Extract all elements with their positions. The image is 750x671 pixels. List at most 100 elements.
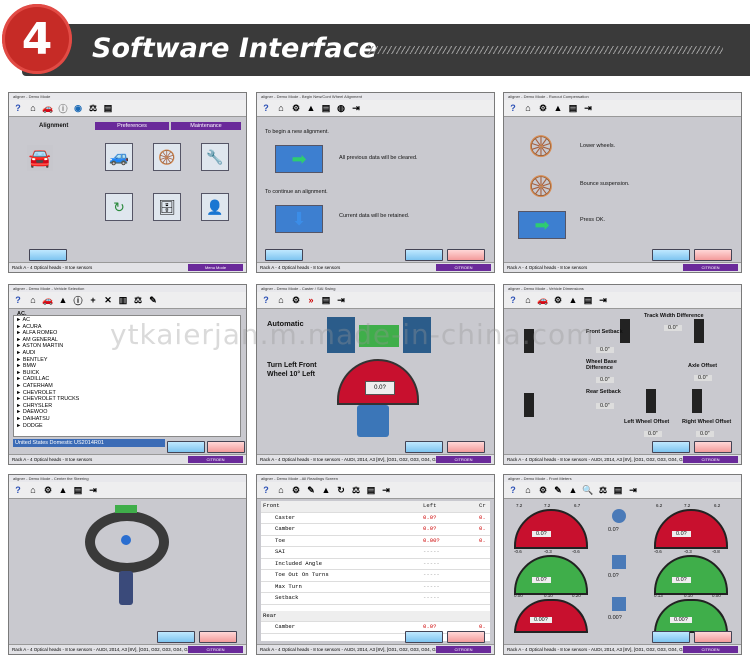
print-icon[interactable]: ▤ [320, 294, 332, 306]
back-button[interactable] [447, 631, 485, 643]
delete-icon[interactable]: ✕ [102, 294, 114, 306]
print-icon[interactable]: ▤ [567, 102, 579, 114]
export-icon[interactable]: ⇥ [597, 294, 609, 306]
home-icon[interactable]: ⌂ [275, 102, 287, 114]
database-icon[interactable]: ▥ [117, 294, 129, 306]
lift-icon[interactable]: ▲ [57, 484, 69, 496]
home-icon[interactable]: ⌂ [27, 294, 39, 306]
home-icon[interactable]: ⌂ [27, 484, 39, 496]
lift-icon[interactable]: ▲ [320, 484, 332, 496]
print-icon[interactable]: ▤ [365, 484, 377, 496]
help-icon[interactable]: ? [12, 484, 24, 496]
lift-icon[interactable]: ▲ [552, 102, 564, 114]
tab-maintenance[interactable]: Maintenance [171, 122, 241, 130]
settings-icon[interactable]: ⚙ [42, 484, 54, 496]
scale-icon[interactable]: ⚖ [350, 484, 362, 496]
help-icon[interactable]: ? [260, 484, 272, 496]
list-item[interactable]: ► DODGE [16, 423, 238, 430]
scale-icon[interactable]: ⚖ [597, 484, 609, 496]
scale-icon[interactable]: ⚖ [132, 294, 144, 306]
tools-icon[interactable]: ✎ [552, 484, 564, 496]
alignment-car-icon[interactable]: 🚘 [27, 145, 53, 171]
back-button[interactable] [199, 631, 237, 643]
preferences-car-icon[interactable]: 🚙 [105, 143, 133, 171]
export-icon[interactable]: ⇥ [87, 484, 99, 496]
print-icon[interactable]: ▤ [612, 484, 624, 496]
restore-icon[interactable]: ↻ [105, 193, 133, 221]
tools-icon[interactable]: ✎ [147, 294, 159, 306]
help-icon[interactable]: ? [260, 102, 272, 114]
database-icon[interactable]: 🗄 [153, 193, 181, 221]
settings-icon[interactable]: ⚙ [552, 294, 564, 306]
lift-icon[interactable]: ▲ [305, 102, 317, 114]
scale-icon[interactable]: ⚖ [87, 102, 99, 114]
help-icon[interactable]: ? [507, 102, 519, 114]
info-icon[interactable]: ⓘ [72, 294, 84, 306]
down-button[interactable] [265, 249, 303, 261]
export-icon[interactable]: ⇥ [335, 294, 347, 306]
continue-button[interactable]: ⬇ [275, 205, 323, 233]
home-icon[interactable]: ⌂ [275, 294, 287, 306]
lift-icon[interactable]: ▲ [57, 294, 69, 306]
list-item[interactable]: ► BENTLEY [16, 357, 238, 364]
back-button[interactable] [207, 441, 245, 453]
back-button[interactable] [29, 249, 67, 261]
list-item[interactable]: ► CHEVROLET TRUCKS [16, 396, 238, 403]
calibration-icon[interactable]: 🔧 [201, 143, 229, 171]
home-icon[interactable]: ⌂ [275, 484, 287, 496]
settings-icon[interactable]: ⚙ [290, 102, 302, 114]
next-button[interactable] [652, 441, 690, 453]
settings-icon[interactable]: ⚙ [290, 484, 302, 496]
tab-alignment[interactable]: Alignment [39, 123, 68, 129]
operator-icon[interactable]: 👤 [201, 193, 229, 221]
export-icon[interactable]: ⇥ [582, 102, 594, 114]
back-button[interactable] [447, 249, 485, 261]
list-item[interactable]: ► CADILLAC [16, 376, 238, 383]
lift-icon[interactable]: ▲ [567, 294, 579, 306]
next-button[interactable] [157, 631, 195, 643]
home-icon[interactable]: ⌂ [522, 102, 534, 114]
add-icon[interactable]: + [87, 294, 99, 306]
list-item[interactable]: ► BMW [16, 363, 238, 370]
begin-button[interactable]: ➡ [275, 145, 323, 173]
next-button[interactable] [405, 441, 443, 453]
back-button[interactable] [447, 441, 485, 453]
list-item[interactable]: ► CATERHAM [16, 383, 238, 390]
help-icon[interactable]: ? [507, 294, 519, 306]
help-icon[interactable]: ? [12, 294, 24, 306]
settings-icon[interactable]: ⚙ [537, 102, 549, 114]
zoom-icon[interactable]: 🔍 [582, 484, 594, 496]
back-button[interactable] [694, 441, 732, 453]
database-selector[interactable]: United States Domestic US2014R01 [13, 439, 165, 447]
print-icon[interactable]: ▤ [582, 294, 594, 306]
home-icon[interactable]: ⌂ [522, 484, 534, 496]
refresh-icon[interactable]: ↻ [335, 484, 347, 496]
back-button[interactable] [694, 631, 732, 643]
next-button[interactable] [405, 249, 443, 261]
settings-icon[interactable]: ⚙ [537, 484, 549, 496]
print-icon[interactable]: ▤ [102, 102, 114, 114]
skip-icon[interactable]: » [305, 294, 317, 306]
list-item[interactable]: ► CHEVROLET [16, 390, 238, 397]
next-button[interactable] [652, 631, 690, 643]
tools-icon[interactable]: ✎ [305, 484, 317, 496]
next-button[interactable] [405, 631, 443, 643]
next-button[interactable] [167, 441, 205, 453]
wheel-icon[interactable]: ◍ [335, 102, 347, 114]
help-icon[interactable]: ? [507, 484, 519, 496]
help-icon[interactable]: ? [260, 294, 272, 306]
tab-preferences[interactable]: Preferences [95, 122, 169, 130]
home-icon[interactable]: ⌂ [27, 102, 39, 114]
info-icon[interactable]: ⓘ [57, 102, 69, 114]
next-button[interactable] [652, 249, 690, 261]
export-icon[interactable]: ⇥ [627, 484, 639, 496]
reports-icon[interactable]: 🛞 [153, 143, 181, 171]
globe-icon[interactable]: ◉ [72, 102, 84, 114]
home-icon[interactable]: ⌂ [522, 294, 534, 306]
list-item[interactable]: ► DAEWOO [16, 409, 238, 416]
export-icon[interactable]: ⇥ [380, 484, 392, 496]
print-icon[interactable]: ▤ [72, 484, 84, 496]
settings-icon[interactable]: ⚙ [290, 294, 302, 306]
lift-icon[interactable]: ▲ [567, 484, 579, 496]
list-item[interactable]: ► CHRYSLER [16, 403, 238, 410]
